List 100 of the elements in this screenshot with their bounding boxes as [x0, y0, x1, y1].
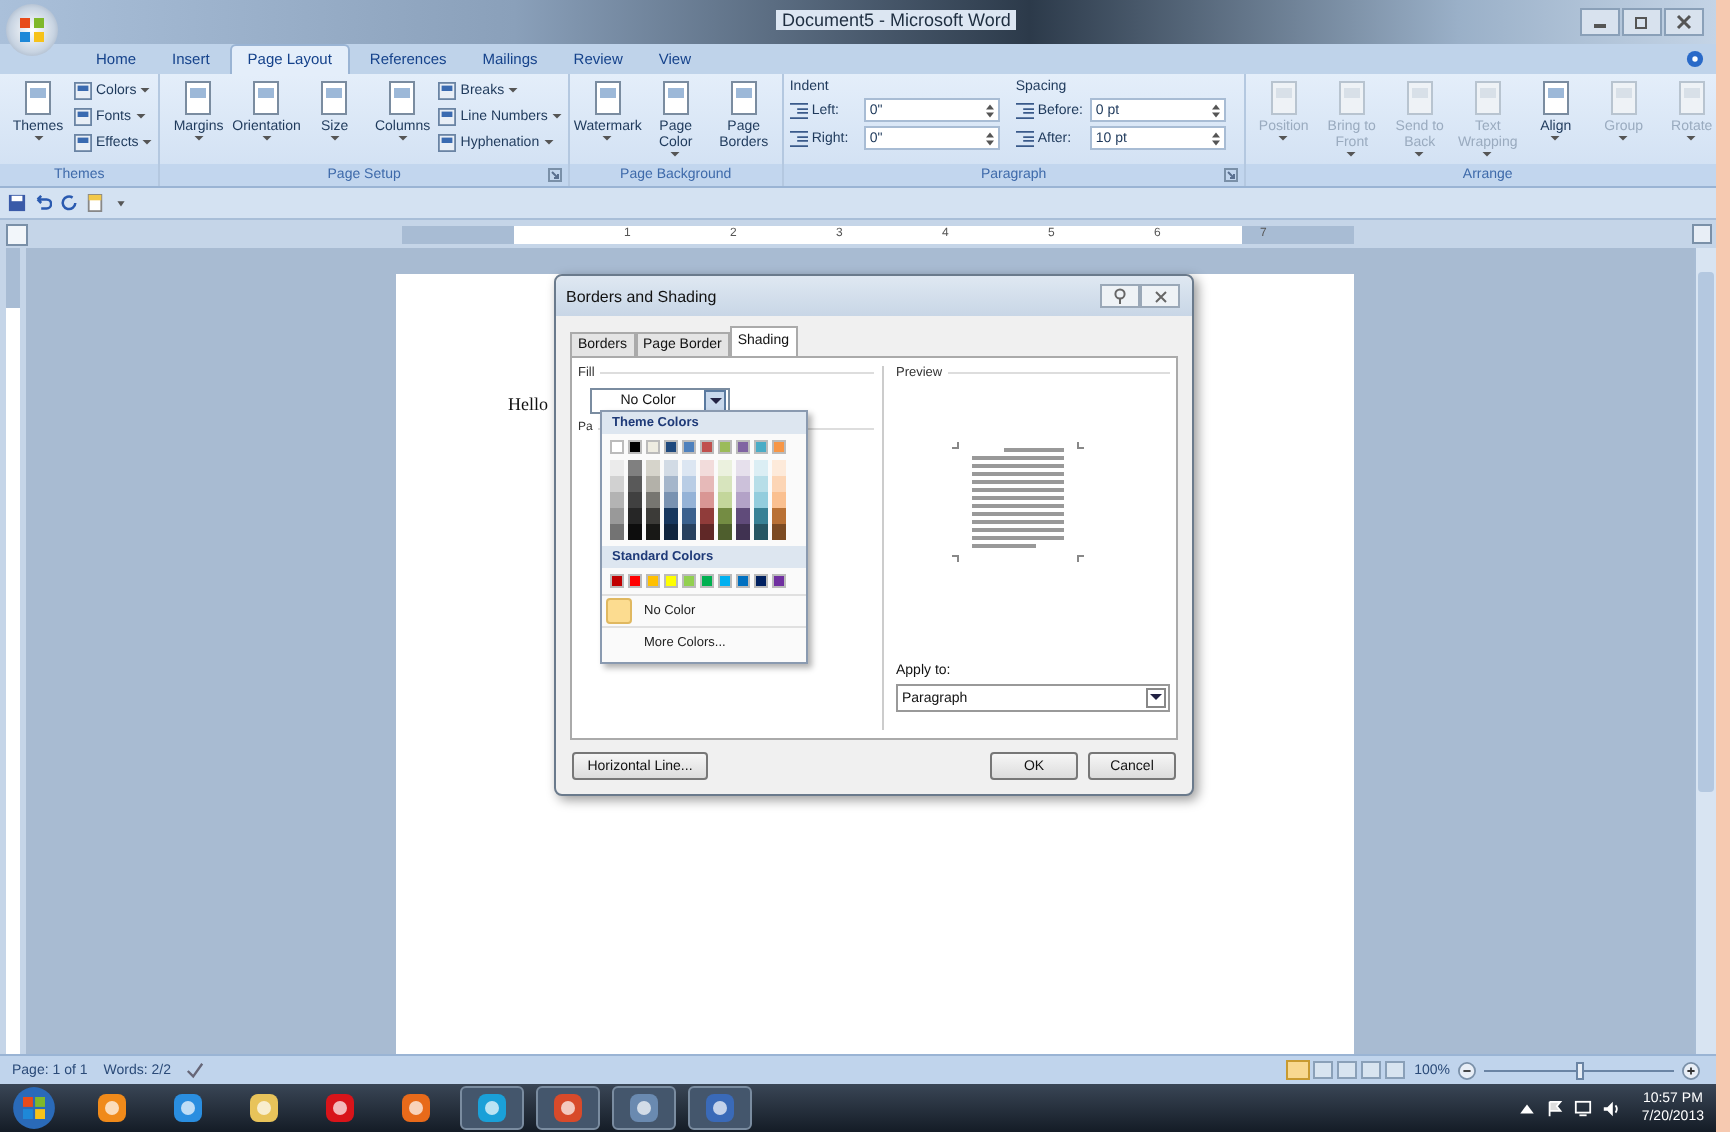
- office-button[interactable]: [6, 4, 58, 56]
- zoom-out-icon[interactable]: [1458, 1061, 1476, 1079]
- color-swatch[interactable]: [754, 492, 768, 508]
- color-swatch[interactable]: [664, 440, 678, 454]
- color-swatch[interactable]: [646, 440, 660, 454]
- spin-arrows-icon[interactable]: [985, 103, 994, 117]
- help-icon[interactable]: [1686, 50, 1704, 68]
- app-icon[interactable]: [96, 1092, 128, 1124]
- color-swatch[interactable]: [610, 524, 624, 540]
- close-button[interactable]: [1664, 8, 1704, 36]
- color-swatch[interactable]: [772, 492, 786, 508]
- color-swatch[interactable]: [700, 440, 714, 454]
- help-button[interactable]: [1100, 284, 1140, 308]
- document-icon[interactable]: [86, 194, 104, 212]
- proofing-icon[interactable]: [186, 1061, 205, 1079]
- color-swatch[interactable]: [772, 440, 786, 454]
- color-swatch[interactable]: [628, 440, 642, 454]
- color-swatch[interactable]: [736, 524, 750, 540]
- color-swatch[interactable]: [754, 440, 768, 454]
- color-swatch[interactable]: [700, 492, 714, 508]
- color-swatch[interactable]: [646, 492, 660, 508]
- color-swatch[interactable]: [718, 524, 732, 540]
- minimize-button[interactable]: [1580, 8, 1620, 36]
- color-swatch[interactable]: [718, 440, 732, 454]
- color-swatch[interactable]: [736, 508, 750, 524]
- color-swatch[interactable]: [700, 508, 714, 524]
- color-swatch[interactable]: [736, 476, 750, 492]
- view-ruler-button[interactable]: [1692, 224, 1712, 244]
- view-buttons-icon[interactable]: [1286, 1060, 1407, 1080]
- color-swatch[interactable]: [628, 574, 642, 588]
- color-swatch[interactable]: [754, 476, 768, 492]
- zoom-in-icon[interactable]: [1682, 1061, 1700, 1079]
- zoom-slider[interactable]: [1575, 1061, 1583, 1079]
- color-swatch[interactable]: [754, 574, 768, 588]
- tab-selector[interactable]: [6, 223, 28, 245]
- spin-arrows-icon[interactable]: [985, 131, 994, 145]
- color-swatch[interactable]: [628, 476, 642, 492]
- start-button[interactable]: [12, 1086, 56, 1130]
- color-swatch[interactable]: [736, 460, 750, 476]
- app-icon[interactable]: [400, 1092, 432, 1124]
- color-swatch[interactable]: [628, 492, 642, 508]
- color-swatch[interactable]: [772, 574, 786, 588]
- color-swatch[interactable]: [664, 524, 678, 540]
- color-swatch[interactable]: [646, 524, 660, 540]
- dialog-launcher-icon[interactable]: [1223, 168, 1238, 182]
- color-swatch[interactable]: [664, 460, 678, 476]
- color-swatch[interactable]: [718, 492, 732, 508]
- dialog-launcher-icon[interactable]: [547, 168, 562, 182]
- color-swatch[interactable]: [628, 460, 642, 476]
- color-swatch[interactable]: [700, 476, 714, 492]
- color-swatch[interactable]: [718, 460, 732, 476]
- color-swatch[interactable]: [772, 524, 786, 540]
- color-swatch[interactable]: [718, 476, 732, 492]
- color-swatch[interactable]: [700, 524, 714, 540]
- color-swatch[interactable]: [700, 460, 714, 476]
- close-button[interactable]: [1140, 284, 1180, 308]
- restore-button[interactable]: [1622, 8, 1662, 36]
- color-swatch[interactable]: [610, 574, 624, 588]
- color-swatch[interactable]: [682, 524, 696, 540]
- color-swatch[interactable]: [700, 574, 714, 588]
- undo-icon[interactable]: [34, 194, 52, 212]
- color-swatch[interactable]: [754, 460, 768, 476]
- app-icon[interactable]: [172, 1092, 204, 1124]
- color-swatch[interactable]: [646, 574, 660, 588]
- color-swatch[interactable]: [682, 440, 696, 454]
- color-swatch[interactable]: [718, 574, 732, 588]
- color-swatch[interactable]: [610, 440, 624, 454]
- color-swatch[interactable]: [610, 508, 624, 524]
- color-swatch[interactable]: [610, 492, 624, 508]
- color-swatch[interactable]: [628, 524, 642, 540]
- save-icon[interactable]: [8, 194, 26, 212]
- color-swatch[interactable]: [610, 476, 624, 492]
- color-swatch[interactable]: [682, 460, 696, 476]
- color-swatch[interactable]: [736, 574, 750, 588]
- spin-arrows-icon[interactable]: [1211, 103, 1220, 117]
- color-swatch[interactable]: [754, 524, 768, 540]
- color-swatch[interactable]: [646, 508, 660, 524]
- color-swatch[interactable]: [646, 460, 660, 476]
- color-swatch[interactable]: [718, 508, 732, 524]
- show-hidden-icons-icon[interactable]: [1517, 1099, 1536, 1117]
- flag-icon[interactable]: [1545, 1099, 1564, 1117]
- vertical-scrollbar[interactable]: [1694, 248, 1716, 1054]
- color-swatch[interactable]: [628, 508, 642, 524]
- color-swatch[interactable]: [754, 508, 768, 524]
- color-swatch[interactable]: [682, 574, 696, 588]
- color-swatch[interactable]: [772, 508, 786, 524]
- color-swatch[interactable]: [682, 492, 696, 508]
- color-swatch[interactable]: [664, 492, 678, 508]
- color-swatch[interactable]: [646, 476, 660, 492]
- color-swatch[interactable]: [772, 476, 786, 492]
- color-swatch[interactable]: [736, 492, 750, 508]
- color-swatch[interactable]: [610, 460, 624, 476]
- app-icon[interactable]: [248, 1092, 280, 1124]
- color-swatch[interactable]: [664, 574, 678, 588]
- color-swatch[interactable]: [682, 508, 696, 524]
- color-swatch[interactable]: [664, 508, 678, 524]
- color-swatch[interactable]: [682, 476, 696, 492]
- spin-arrows-icon[interactable]: [1211, 131, 1220, 145]
- color-swatch[interactable]: [736, 440, 750, 454]
- app-icon[interactable]: [324, 1092, 356, 1124]
